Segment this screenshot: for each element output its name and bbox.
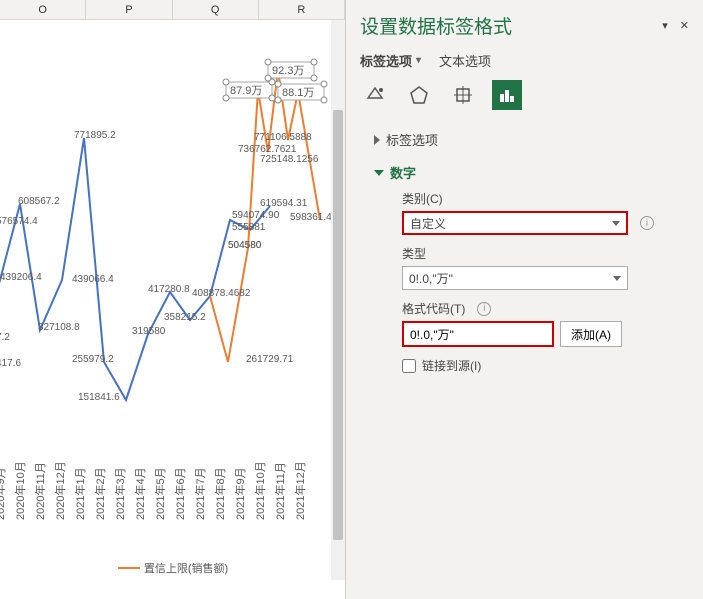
x-axis-category: 2020年11月 — [33, 462, 47, 520]
format-pane: 设置数据标签格式 ▾ ✕ 标签选项 ▾ 文本选项 标签选项 — [346, 0, 703, 599]
x-axis-category: 2021年12月 — [293, 461, 307, 520]
data-label[interactable]: 7.2 — [0, 332, 10, 343]
format-code-input[interactable] — [402, 321, 554, 347]
x-axis-category: 2021年1月 — [73, 467, 87, 520]
x-axis-category: 2020年10月 — [13, 461, 27, 520]
add-button[interactable]: 添加(A) — [560, 321, 622, 347]
data-label[interactable]: 576574.4 — [0, 216, 38, 227]
data-label[interactable]: 151841.6 — [78, 392, 120, 403]
data-label[interactable]: 504580 — [228, 240, 262, 251]
link-source-label: 链接到源(I) — [422, 357, 481, 374]
chevron-down-icon — [613, 276, 621, 281]
data-label[interactable]: 619594.31 — [260, 198, 308, 209]
vertical-scrollbar[interactable] — [331, 20, 345, 580]
x-axis-category: 2021年2月 — [93, 467, 107, 520]
data-label[interactable]: 417280.8 — [148, 284, 190, 295]
x-axis-category: 2021年5月 — [153, 467, 167, 520]
link-source-checkbox[interactable] — [402, 359, 416, 373]
expand-icon — [374, 135, 380, 145]
data-label[interactable]: 771895.2 — [74, 130, 116, 141]
data-label[interactable]: 327108.8 — [38, 322, 80, 333]
effects-icon[interactable] — [404, 80, 434, 110]
svg-text:88.1万: 88.1万 — [282, 87, 314, 99]
collapse-icon — [374, 170, 384, 176]
info-icon[interactable]: i — [477, 302, 491, 316]
legend-swatch-icon — [118, 567, 140, 569]
pane-menu-icon[interactable]: ▾ — [662, 19, 668, 32]
column-headers: O P Q R — [0, 0, 345, 20]
data-label[interactable]: 725148.1256 — [260, 154, 319, 165]
selected-label-88.1[interactable]: 88.1万 — [275, 81, 327, 103]
data-label[interactable]: 608567.2 — [18, 196, 60, 207]
data-label[interactable]: 439206.4 — [0, 272, 42, 283]
category-select[interactable]: 自定义 — [402, 211, 628, 235]
size-properties-icon[interactable] — [448, 80, 478, 110]
data-label[interactable]: 439066.4 — [72, 274, 114, 285]
type-label: 类型 — [402, 245, 689, 262]
data-label[interactable]: 255979.2 — [72, 354, 114, 365]
x-axis-category: 2021年3月 — [113, 467, 127, 520]
svg-text:92.3万: 92.3万 — [272, 65, 304, 77]
chart-legend: 置信上限(销售额) — [0, 560, 346, 576]
x-axis-category: 2021年8月 — [213, 467, 227, 520]
x-axis-category: 2020年9月 — [0, 467, 7, 520]
legend-label: 置信上限(销售额) — [144, 560, 228, 576]
col-r: R — [259, 0, 345, 19]
label-options-icon[interactable] — [492, 80, 522, 110]
data-label[interactable]: 261729.71 — [246, 354, 294, 365]
fill-line-icon[interactable] — [360, 80, 390, 110]
col-q: Q — [173, 0, 259, 19]
chevron-down-icon — [612, 221, 620, 226]
col-p: P — [86, 0, 172, 19]
type-select[interactable]: 0!.0,"万" — [402, 266, 628, 290]
data-label[interactable]: 358215.2 — [164, 312, 206, 323]
chevron-down-icon: ▾ — [416, 55, 421, 66]
series-sales[interactable] — [0, 138, 270, 400]
data-label[interactable]: 594074.90 — [232, 210, 280, 221]
x-axis-category: 2020年12月 — [53, 461, 67, 520]
section-number[interactable]: 数字 — [374, 161, 689, 184]
category-label: 类别(C) — [402, 190, 689, 207]
section-label-options[interactable]: 标签选项 — [374, 128, 689, 151]
pane-close-icon[interactable]: ✕ — [680, 19, 689, 32]
x-axis-category: 2021年7月 — [193, 467, 207, 520]
tab-label-options[interactable]: 标签选项 ▾ — [360, 51, 421, 70]
data-label[interactable]: 417.6 — [0, 358, 21, 369]
info-icon[interactable]: i — [640, 216, 654, 230]
svg-text:87.9万: 87.9万 — [230, 85, 262, 97]
pane-title: 设置数据标签格式 — [360, 12, 512, 39]
x-axis-category: 2021年4月 — [133, 467, 147, 520]
x-axis-category: 2021年9月 — [233, 467, 247, 520]
selected-label-92.3[interactable]: 92.3万 — [265, 59, 317, 81]
data-label[interactable]: 555881 — [232, 222, 266, 233]
x-axis-category: 2021年10月 — [253, 461, 267, 520]
embedded-chart[interactable]: 7.2 417.6 576574.4 439206.4 608567.2 327108.8… — [0, 20, 346, 580]
format-code-label: 格式代码(T) i — [402, 300, 689, 317]
scrollbar-thumb[interactable] — [333, 110, 343, 540]
tab-text-options[interactable]: 文本选项 — [439, 51, 491, 70]
data-label[interactable]: 319580 — [132, 326, 166, 337]
selected-label-87.9[interactable]: 87.9万 — [223, 79, 275, 101]
data-label[interactable]: 771106.5888 — [254, 132, 312, 143]
x-axis-category: 2021年6月 — [173, 467, 187, 520]
data-label[interactable]: 408878.4682 — [192, 288, 251, 299]
col-o: O — [0, 0, 86, 19]
x-axis-category: 2021年11月 — [273, 462, 287, 520]
